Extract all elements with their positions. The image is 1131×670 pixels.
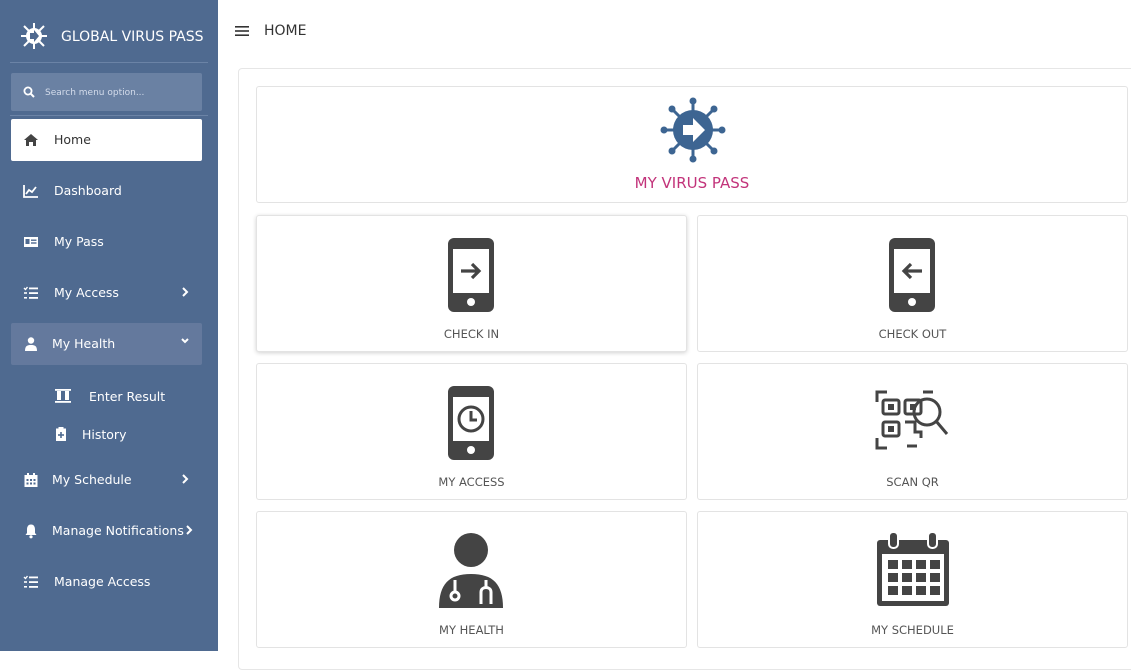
tile-label: CHECK OUT [878,327,947,341]
qr-scan-icon [875,390,949,450]
chevron-right-icon [186,525,193,535]
top-bar: HOME [218,0,1131,64]
phone-arrow-right-icon [448,238,494,312]
breadcrumb: HOME [264,23,307,39]
sidebar-item-my-health[interactable]: My Health [11,323,202,365]
my-health-tile[interactable]: MY HEALTH [256,511,687,648]
sidebar-item-label: Manage Notifications [52,523,184,538]
check-in-tile[interactable]: CHECK IN [256,215,687,352]
my-schedule-tile[interactable]: MY SCHEDULE [697,511,1128,648]
doctor-icon [439,533,503,608]
sidebar-item-manage-notifications[interactable]: Manage Notifications [11,510,202,552]
tile-label: MY HEALTH [439,623,504,637]
virus-logo-icon [21,23,47,49]
sidebar-item-label: My Schedule [52,472,132,487]
search-input[interactable] [43,83,197,103]
sidebar-item-label: My Access [54,285,119,300]
brand-title: GLOBAL VIRUS PASS [61,29,204,45]
tile-label: SCAN QR [886,475,939,489]
list-icon [23,575,38,588]
hero-title: MY VIRUS PASS [634,174,750,192]
sidebar-item-my-access[interactable]: My Access [11,272,202,314]
menu-search [11,73,202,111]
calendar-icon [877,531,949,606]
sidebar: GLOBAL VIRUS PASS Home Dashboard My P [0,0,218,651]
sidebar-item-dashboard[interactable]: Dashboard [11,170,202,212]
sidebar-item-my-schedule[interactable]: My Schedule [11,459,202,501]
check-out-tile[interactable]: CHECK OUT [697,215,1128,352]
bell-icon [25,524,37,539]
chevron-right-icon [182,287,189,297]
phone-arrow-left-icon [889,238,935,312]
list-icon [23,286,38,299]
calendar-icon [24,473,38,487]
divider [10,115,208,116]
home-icon [24,134,38,146]
tile-label: MY SCHEDULE [871,623,954,637]
search-icon [23,86,35,98]
test-tubes-icon [55,389,71,403]
clipboard-icon [56,427,66,441]
sidebar-item-manage-access[interactable]: Manage Access [11,561,202,603]
sidebar-item-my-pass[interactable]: My Pass [11,221,202,263]
doctor-icon [25,337,37,351]
tile-label: CHECK IN [443,327,500,341]
tile-label: MY ACCESS [438,475,505,489]
virus-pass-card[interactable]: MY VIRUS PASS [256,86,1128,203]
sidebar-subitem-label: Enter Result [89,389,166,404]
sidebar-item-label: Home [54,132,91,147]
scan-qr-tile[interactable]: SCAN QR [697,363,1128,500]
brand[interactable]: GLOBAL VIRUS PASS [0,0,218,70]
sidebar-item-label: My Pass [54,234,104,249]
sidebar-item-label: Dashboard [54,183,122,198]
phone-clock-icon [448,386,494,460]
chart-icon [23,185,38,198]
chevron-down-icon [181,338,189,344]
main-panel: MY VIRUS PASS CHECK IN CHECK OUT MY ACCE… [238,68,1131,670]
virus-pass-icon [660,97,726,163]
sidebar-item-label: Manage Access [54,574,151,589]
sidebar-subitem-label: History [82,427,127,442]
my-access-tile[interactable]: MY ACCESS [256,363,687,500]
id-card-icon [24,237,38,247]
sidebar-item-home[interactable]: Home [11,119,202,161]
sidebar-item-label: My Health [52,336,116,351]
chevron-right-icon [182,474,189,484]
hamburger-menu-icon[interactable] [235,24,249,38]
divider [10,62,208,63]
